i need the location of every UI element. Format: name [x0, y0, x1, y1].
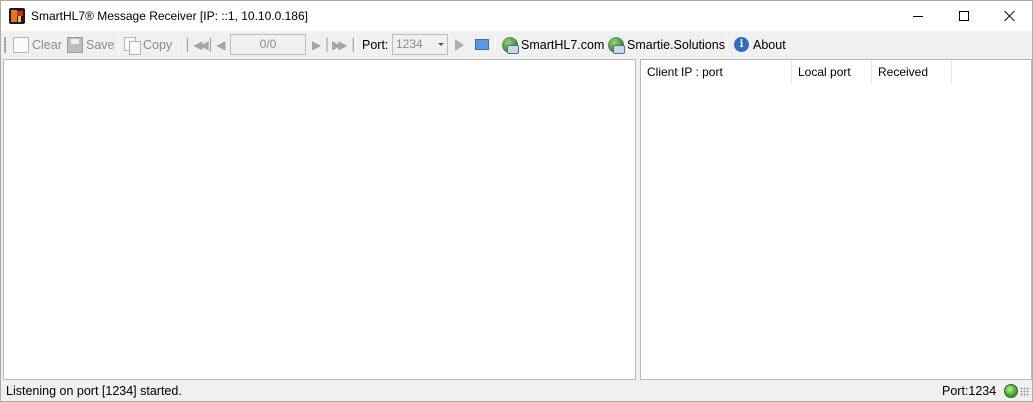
web-link-icon: [608, 36, 625, 54]
column-header-client-ip[interactable]: Client IP : port: [641, 60, 792, 84]
previous-message-button[interactable]: ▏◀: [210, 31, 226, 58]
port-label: Port:: [362, 37, 389, 52]
smartie-solutions-link[interactable]: Smartie.Solutions: [608, 31, 725, 58]
port-select[interactable]: 1234: [392, 34, 448, 55]
smartie-solutions-link-label: Smartie.Solutions: [627, 37, 725, 52]
message-counter: 0/0: [230, 34, 306, 55]
web-link-icon: [502, 36, 519, 54]
next-message-button[interactable]: ▶▕: [312, 31, 328, 58]
skip-first-icon: ▏◀◀: [187, 37, 209, 52]
connections-list[interactable]: Client IP : port Local port Received: [640, 59, 1032, 380]
play-icon: [455, 38, 464, 51]
first-message-button[interactable]: ▏◀◀: [187, 31, 209, 58]
toolbar-separator: [727, 36, 728, 53]
close-button[interactable]: [987, 1, 1033, 31]
window-title: SmartHL7® Message Receiver [IP: ::1, 10.…: [31, 9, 308, 23]
toolbar-separator: [178, 36, 179, 53]
clear-icon: [13, 36, 29, 53]
app-window: SmartHL7® Message Receiver [IP: ::1, 10.…: [0, 0, 1033, 402]
toolbar-separator: [355, 36, 356, 53]
last-message-button[interactable]: ▶▶▕: [332, 31, 354, 58]
copy-label: Copy: [143, 37, 173, 52]
skip-last-icon: ▶▶▕: [332, 37, 354, 52]
close-icon: [1004, 10, 1016, 22]
resize-grip[interactable]: [1020, 387, 1030, 397]
minimize-button[interactable]: [895, 1, 941, 31]
clear-button[interactable]: Clear: [13, 31, 62, 58]
step-forward-icon: ▶▕: [312, 37, 328, 52]
start-button[interactable]: [455, 31, 464, 58]
smarthl7-link-label: SmartHL7.com: [521, 37, 605, 52]
status-port: Port:1234: [942, 384, 997, 398]
toolbar-separator: [495, 36, 496, 53]
app-logo-icon: [9, 8, 25, 24]
toolbar-separator: [604, 36, 605, 53]
status-message: Listening on port [1234] started.: [6, 384, 182, 398]
port-select-value: 1234: [396, 37, 423, 51]
save-label: Save: [86, 37, 115, 52]
chevron-down-icon: [438, 43, 444, 46]
title-bar: SmartHL7® Message Receiver [IP: ::1, 10.…: [1, 1, 1032, 31]
minimize-icon: [913, 15, 923, 17]
status-bar: Listening on port [1234] started. Port:1…: [1, 381, 1032, 401]
toolbar: Clear Save Copy ▏◀◀ ▏◀ 0/0 ▶▕ ▶▶▕ Port: …: [1, 31, 1032, 58]
stop-button[interactable]: [475, 31, 489, 58]
column-header-received[interactable]: Received: [872, 60, 952, 84]
copy-icon: [124, 36, 141, 55]
copy-button[interactable]: Copy: [124, 31, 172, 58]
clear-label: Clear: [32, 37, 62, 52]
column-header-local-port[interactable]: Local port: [792, 60, 872, 84]
status-indicator-icon: [1004, 384, 1018, 398]
about-button[interactable]: i About: [734, 31, 786, 58]
step-back-icon: ▏◀: [210, 37, 226, 52]
about-label: About: [753, 37, 786, 52]
maximize-button[interactable]: [941, 1, 987, 31]
smarthl7-link[interactable]: SmartHL7.com: [502, 31, 604, 58]
monitor-icon: [475, 39, 489, 50]
info-icon: i: [734, 37, 749, 52]
maximize-icon: [959, 11, 969, 21]
save-button[interactable]: Save: [67, 31, 115, 58]
toolbar-grip[interactable]: [4, 37, 6, 53]
save-icon: [67, 36, 83, 53]
toolbar-separator: [118, 36, 119, 53]
message-text-area[interactable]: [3, 59, 636, 380]
